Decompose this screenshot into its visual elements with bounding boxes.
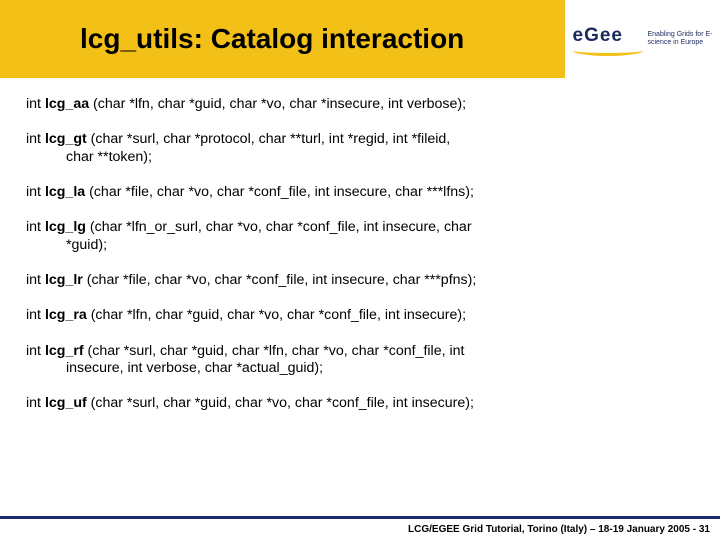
logo-block: eGee Enabling Grids for E-science in Eur… — [565, 0, 720, 78]
ret-type: int — [26, 395, 45, 411]
header: lcg_utils: Catalog interaction eGee Enab… — [0, 0, 720, 78]
egee-logo: eGee Enabling Grids for E-science in Eur… — [573, 25, 713, 53]
logo-tagline: Enabling Grids for E-science in Europe — [648, 31, 713, 47]
fn-name: lcg_uf — [45, 395, 87, 411]
ret-type: int — [26, 219, 45, 235]
ret-type: int — [26, 131, 45, 147]
api-line-lcg-aa: int lcg_aa (char *lfn, char *guid, char … — [26, 96, 694, 113]
api-line-lcg-uf: int lcg_uf (char *surl, char *guid, char… — [26, 395, 694, 412]
fn-name: lcg_gt — [45, 131, 87, 147]
logo-swoosh-icon — [573, 45, 643, 53]
fn-name: lcg_lg — [45, 219, 86, 235]
fn-sig-cont: insecure, int verbose, char *actual_guid… — [26, 360, 694, 377]
ret-type: int — [26, 343, 45, 359]
footer: LCG/EGEE Grid Tutorial, Torino (Italy) –… — [0, 516, 720, 540]
fn-sig: (char *surl, char *guid, char *lfn, char… — [84, 343, 465, 359]
content: int lcg_aa (char *lfn, char *guid, char … — [0, 78, 720, 516]
fn-sig: (char *surl, char *protocol, char **turl… — [87, 131, 451, 147]
fn-sig: (char *lfn, char *guid, char *vo, char *… — [87, 307, 466, 323]
api-line-lcg-la: int lcg_la (char *file, char *vo, char *… — [26, 184, 694, 201]
logo-text: eGee — [573, 25, 623, 47]
slide: lcg_utils: Catalog interaction eGee Enab… — [0, 0, 720, 540]
fn-sig: (char *file, char *vo, char *conf_file, … — [83, 272, 477, 288]
api-line-lcg-gt: int lcg_gt (char *surl, char *protocol, … — [26, 131, 694, 166]
fn-name: lcg_lr — [45, 272, 83, 288]
fn-name: lcg_aa — [45, 96, 89, 112]
ret-type: int — [26, 96, 45, 112]
fn-name: lcg_ra — [45, 307, 87, 323]
fn-name: lcg_la — [45, 184, 85, 200]
title-block: lcg_utils: Catalog interaction — [0, 0, 565, 78]
logo-mark: eGee — [573, 25, 643, 53]
api-line-lcg-lr: int lcg_lr (char *file, char *vo, char *… — [26, 272, 694, 289]
fn-sig-cont: char **token); — [26, 149, 694, 166]
footer-text: LCG/EGEE Grid Tutorial, Torino (Italy) –… — [408, 524, 710, 535]
slide-title: lcg_utils: Catalog interaction — [80, 23, 464, 55]
api-line-lcg-rf: int lcg_rf (char *surl, char *guid, char… — [26, 343, 694, 378]
fn-sig: (char *lfn, char *guid, char *vo, char *… — [89, 96, 466, 112]
ret-type: int — [26, 272, 45, 288]
ret-type: int — [26, 184, 45, 200]
ret-type: int — [26, 307, 45, 323]
fn-sig-cont: *guid); — [26, 237, 694, 254]
fn-sig: (char *surl, char *guid, char *vo, char … — [87, 395, 474, 411]
fn-sig: (char *lfn_or_surl, char *vo, char *conf… — [86, 219, 472, 235]
fn-name: lcg_rf — [45, 343, 84, 359]
fn-sig: (char *file, char *vo, char *conf_file, … — [85, 184, 474, 200]
api-line-lcg-ra: int lcg_ra (char *lfn, char *guid, char … — [26, 307, 694, 324]
api-line-lcg-lg: int lcg_lg (char *lfn_or_surl, char *vo,… — [26, 219, 694, 254]
